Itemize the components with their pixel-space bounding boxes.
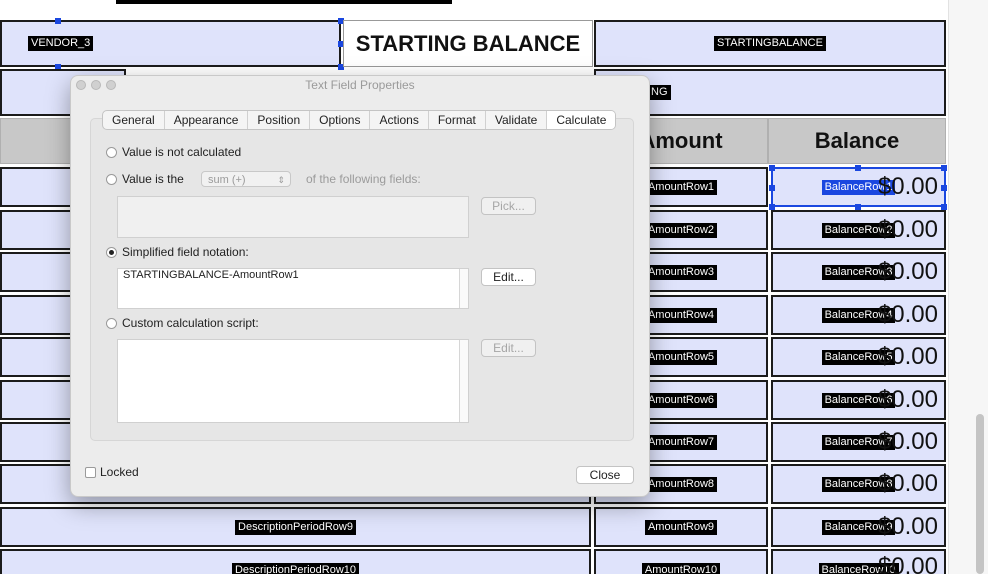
tab-general[interactable]: General	[103, 111, 165, 129]
amount-field-label: AmountRow8	[644, 476, 718, 492]
description-field[interactable]: DescriptionPeriodRow10	[0, 549, 591, 574]
pick-button[interactable]: Pick...	[481, 197, 536, 215]
simplified-notation-label: Simplified field notation:	[122, 245, 249, 259]
balance-value: $0.00	[877, 258, 938, 285]
selection-handle[interactable]	[941, 185, 947, 191]
value-is-the-label: Value is the	[122, 172, 184, 186]
description-field-label: DescriptionPeriodRow10	[231, 563, 360, 574]
amount-field-label: AmountRow2	[644, 222, 718, 238]
selection-handle[interactable]	[769, 165, 775, 171]
balance-value: $0.00	[877, 428, 938, 455]
description-field[interactable]: DescriptionPeriodRow9	[0, 507, 591, 547]
text-field-properties-dialog: Text Field Properties General Appearance…	[70, 75, 650, 497]
tab-validate[interactable]: Validate	[486, 111, 548, 129]
custom-script-radio[interactable]	[106, 318, 117, 329]
starting-balance-field[interactable]: STARTINGBALANCE	[594, 20, 946, 67]
vendor-field[interactable]: VENDOR_3	[0, 20, 341, 67]
custom-script-textarea[interactable]	[117, 339, 469, 423]
balance-field[interactable]: BalanceRow6 $0.00	[771, 380, 946, 420]
balance-value: $0.00	[877, 343, 938, 370]
textarea-scrollbar[interactable]	[459, 340, 468, 422]
balance-field[interactable]: BalanceRow7 $0.00	[771, 422, 946, 462]
locked-label: Locked	[100, 465, 139, 479]
amount-field-label: AmountRow7	[644, 434, 718, 450]
tab-actions[interactable]: Actions	[370, 111, 429, 129]
balance-field[interactable]: BalanceRow2 $0.00	[771, 210, 946, 250]
value-is-the-radio[interactable]	[106, 174, 117, 185]
simplified-notation-value: STARTINGBALANCE-AmountRow1	[123, 269, 299, 281]
amount-header-label: Amount	[639, 128, 723, 153]
close-window-icon[interactable]	[76, 80, 86, 90]
amount-field-label: AmountRow10	[641, 563, 721, 574]
locked-checkbox[interactable]	[85, 467, 96, 478]
chevron-updown-icon: ⇕	[277, 175, 285, 185]
amount-field[interactable]: AmountRow9	[594, 507, 768, 547]
selection-handle[interactable]	[55, 18, 61, 24]
of-following-fields-label: of the following fields:	[306, 172, 421, 186]
balance-field[interactable]: BalanceRow10 $0.00	[771, 549, 946, 574]
custom-script-label: Custom calculation script:	[122, 316, 259, 330]
simplified-notation-radio[interactable]	[106, 247, 117, 258]
balance-value: $0.00	[877, 301, 938, 328]
amount-field[interactable]: AmountRow10	[594, 549, 768, 574]
close-button[interactable]: Close	[576, 466, 634, 484]
amount-field-label: AmountRow5	[644, 349, 718, 365]
balance-field[interactable]: BalanceRow3 $0.00	[771, 252, 946, 292]
not-calculated-label: Value is not calculated	[122, 145, 242, 159]
amount-field-label: AmountRow6	[644, 392, 718, 408]
balance-header: Balance	[768, 118, 946, 164]
balance-value: $0.00	[877, 513, 938, 540]
balance-field[interactable]: BalanceRow8 $0.00	[771, 464, 946, 504]
balance-field[interactable]: BalanceRow1 $0.00	[771, 167, 946, 207]
edit-script-button[interactable]: Edit...	[481, 339, 536, 357]
tab-position[interactable]: Position	[248, 111, 311, 129]
tab-calculate[interactable]: Calculate	[547, 111, 616, 129]
starting-balance-field-label: STARTINGBALANCE	[714, 36, 826, 51]
balance-header-label: Balance	[814, 128, 900, 153]
top-bar	[116, 0, 452, 4]
tab-bar: General Appearance Position Options Acti…	[102, 110, 617, 130]
amount-field-label: AmountRow3	[644, 264, 718, 280]
tab-options[interactable]: Options	[310, 111, 371, 129]
vendor-field-label: VENDOR_3	[28, 36, 94, 51]
function-select-value: sum (+)	[208, 174, 246, 186]
zoom-window-icon[interactable]	[106, 80, 116, 90]
row2-right-field-label: NG	[648, 85, 671, 100]
amount-field-label: AmountRow1	[644, 179, 718, 195]
tab-format[interactable]: Format	[429, 111, 486, 129]
amount-field-label: AmountRow9	[644, 519, 718, 535]
selection-handle[interactable]	[941, 165, 947, 171]
balance-field[interactable]: BalanceRow5 $0.00	[771, 337, 946, 377]
balance-value: $0.00	[877, 386, 938, 413]
function-select[interactable]: sum (+) ⇕	[201, 171, 291, 187]
selection-handle[interactable]	[855, 165, 861, 171]
dialog-titlebar[interactable]: Text Field Properties	[71, 76, 649, 96]
balance-value: $0.00	[877, 553, 938, 574]
edit-simplified-button[interactable]: Edit...	[481, 268, 536, 286]
balance-field[interactable]: BalanceRow4 $0.00	[771, 295, 946, 335]
fields-list-box[interactable]	[117, 196, 469, 238]
balance-value: $0.00	[877, 216, 938, 243]
tab-appearance[interactable]: Appearance	[165, 111, 249, 129]
balance-field[interactable]: BalanceRow9 $0.00	[771, 507, 946, 547]
selection-handle[interactable]	[769, 185, 775, 191]
starting-balance-title: STARTING BALANCE	[343, 20, 593, 67]
amount-field-label: AmountRow4	[644, 307, 718, 323]
not-calculated-radio[interactable]	[106, 147, 117, 158]
balance-value: $0.00	[877, 470, 938, 497]
dialog-title: Text Field Properties	[305, 78, 415, 92]
balance-value: $0.00	[877, 173, 938, 200]
description-field-label: DescriptionPeriodRow9	[235, 519, 356, 535]
simplified-notation-textarea[interactable]: STARTINGBALANCE-AmountRow1	[117, 268, 469, 309]
window-scrollbar-thumb[interactable]	[976, 414, 984, 574]
textarea-scrollbar[interactable]	[459, 269, 468, 308]
minimize-window-icon[interactable]	[91, 80, 101, 90]
